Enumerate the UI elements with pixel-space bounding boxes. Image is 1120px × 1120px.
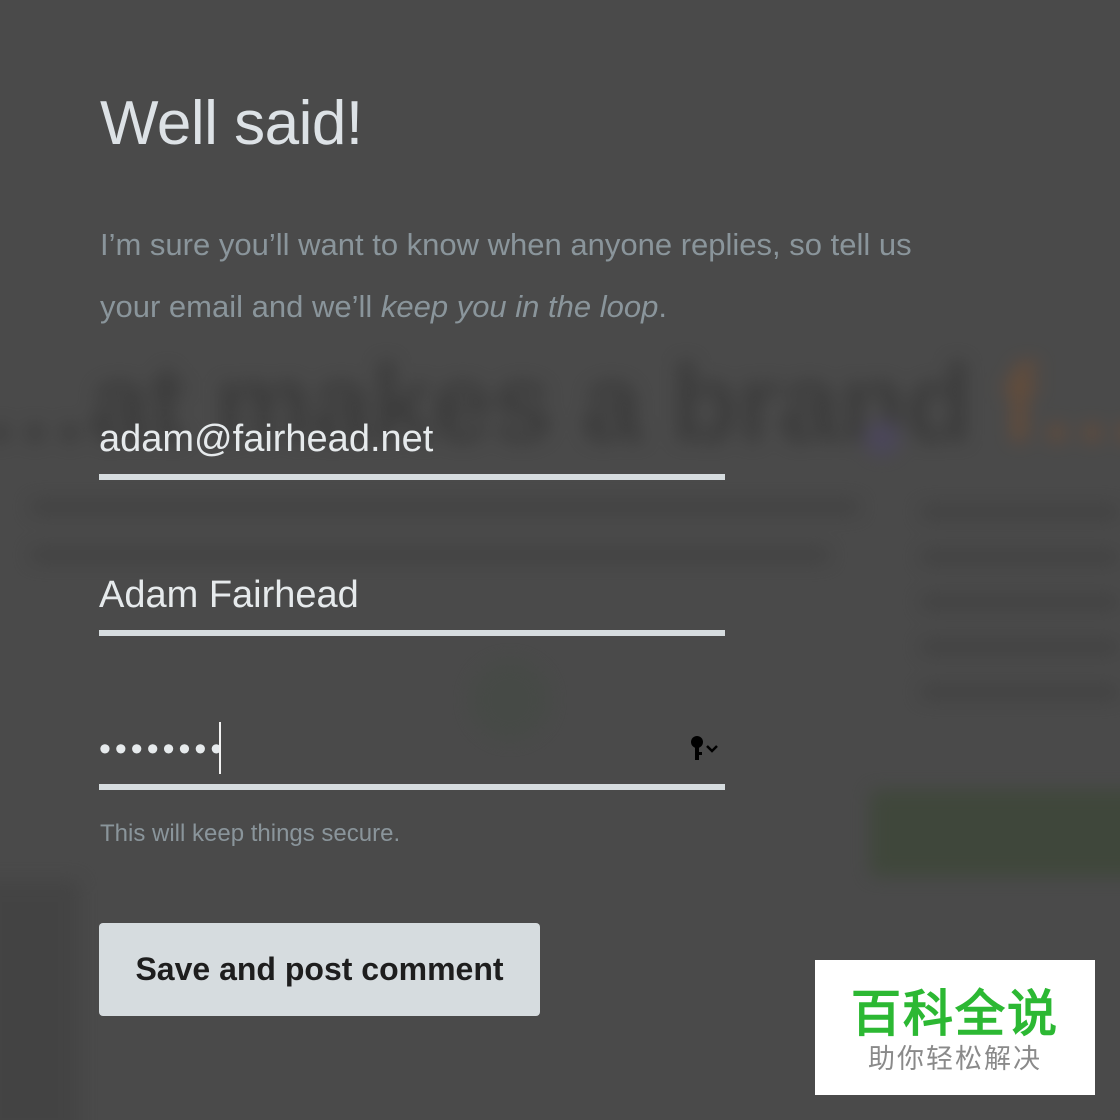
text-caret [219,722,221,774]
watermark-title: 百科全说 [851,985,1059,1043]
password-field[interactable] [99,714,725,784]
key-icon[interactable] [689,734,723,764]
intro-end: . [658,289,667,324]
comment-signup-dialog: Well said! I’m sure you’ll want to know … [0,0,1120,1120]
password-field-wrapper [99,714,725,790]
intro-emphasis: keep you in the loop [380,289,659,324]
screen: …at makes a brand f… Well said! I’m sure… [0,0,1120,1120]
dialog-intro: I’m sure you’ll want to know when anyone… [100,214,940,338]
watermark-subtitle: 助你轻松解决 [868,1044,1042,1075]
password-hint: This will keep things secure. [100,820,401,847]
name-field-wrapper [99,560,725,636]
watermark-logo: 百科全说 助你轻松解决 [815,960,1095,1095]
dialog-title: Well said! [100,89,363,158]
name-field[interactable] [99,560,725,630]
save-and-post-button[interactable]: Save and post comment [99,923,540,1016]
email-field-wrapper [99,404,725,480]
email-field[interactable] [99,404,725,474]
